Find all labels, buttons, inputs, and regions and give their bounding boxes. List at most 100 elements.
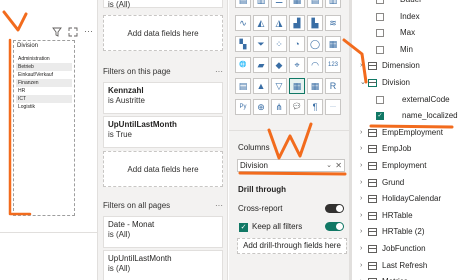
filter-card-upuntillastmonth[interactable]: UpUntilLastMonth is True <box>103 116 223 148</box>
add-visual-fields-dropzone[interactable]: Add data fields here <box>103 15 223 51</box>
chevron-down-icon[interactable]: ⌄ <box>360 75 366 91</box>
narrative-icon[interactable]: ¶ <box>307 99 323 115</box>
donut-icon[interactable]: ◯ <box>307 36 323 52</box>
field-checkbox[interactable] <box>376 95 384 104</box>
chevron-right-icon[interactable]: › <box>360 158 362 174</box>
key-influencers-icon[interactable]: ⊕ <box>253 99 269 115</box>
clustered-column-icon[interactable]: ▦ <box>289 0 305 8</box>
slicer-item[interactable]: Einkauf/Verkauf <box>16 71 72 79</box>
field-table-dimension[interactable]: › Dimension <box>352 58 474 74</box>
slicer-item[interactable]: Administration <box>16 55 72 63</box>
line-clustered-icon[interactable]: ▙ <box>307 15 323 31</box>
field-checkbox[interactable] <box>376 0 384 4</box>
field-checkbox[interactable] <box>376 45 384 54</box>
slicer-icon[interactable]: ▽ <box>271 78 287 94</box>
slicer-item[interactable]: ICT <box>16 95 72 103</box>
line-chart-icon[interactable]: ∿ <box>235 15 251 31</box>
focus-mode-icon[interactable] <box>68 27 78 39</box>
matrix-icon[interactable]: ▦ <box>307 78 323 94</box>
stacked-area-icon[interactable]: ◮ <box>271 15 287 31</box>
field-table-last-refresh[interactable]: › Last Refresh <box>352 258 474 274</box>
treemap-icon[interactable]: ▦ <box>325 36 341 52</box>
decomposition-tree-icon[interactable]: ⋔ <box>271 99 287 115</box>
chevron-down-icon[interactable]: ⌄ <box>326 160 332 171</box>
multirow-card-icon[interactable]: ▤ <box>235 78 251 94</box>
close-icon[interactable]: ✕ <box>335 160 342 171</box>
chevron-right-icon[interactable]: › <box>360 125 362 141</box>
qna-icon[interactable]: 💬 <box>289 99 305 115</box>
more-options-icon[interactable]: ··· <box>215 201 223 210</box>
keep-filters-checkbox[interactable]: ✓ <box>239 223 248 232</box>
shape-map-icon[interactable]: ◆ <box>271 57 287 73</box>
field-item-index[interactable]: Index <box>352 9 474 25</box>
map-icon[interactable]: 🌐 <box>235 57 251 73</box>
filter-card-date-monat[interactable]: Date - Monat is (All) <box>103 216 223 248</box>
filled-map-icon[interactable]: ▰ <box>253 57 269 73</box>
report-canvas[interactable]: ··· Division Administration Betrieb Eink… <box>0 0 98 280</box>
keep-all-filters-toggle[interactable] <box>325 222 344 231</box>
chevron-right-icon[interactable]: › <box>360 141 362 157</box>
chevron-right-icon[interactable]: › <box>360 175 362 191</box>
gauge-icon[interactable]: ◠ <box>307 57 323 73</box>
stacked-column-icon[interactable]: ▥ <box>253 0 269 8</box>
table-icon[interactable]: ▦ <box>289 78 305 94</box>
chevron-right-icon[interactable]: › <box>360 208 362 224</box>
add-page-fields-dropzone[interactable]: Add data fields here <box>103 151 223 187</box>
100-column-icon[interactable]: ▥ <box>325 0 341 8</box>
chevron-right-icon[interactable]: › <box>360 191 362 207</box>
filter-card-upuntillastmonth-all[interactable]: UpUntilLastMonth is (All) <box>103 250 223 280</box>
field-table-metrics[interactable]: › Metrics <box>352 274 474 280</box>
field-table-empjob[interactable]: › EmpJob <box>352 141 474 157</box>
waterfall-icon[interactable]: ▚ <box>235 36 251 52</box>
chevron-right-icon[interactable]: › <box>360 224 362 240</box>
field-table-grund[interactable]: › Grund <box>352 175 474 191</box>
card-icon[interactable]: 123 <box>325 57 341 73</box>
100-bar-icon[interactable]: ▤ <box>307 0 323 8</box>
add-drill-through-dropzone[interactable]: Add drill-through fields here <box>237 238 347 254</box>
columns-field-well[interactable]: Division ⌄ ✕ <box>237 159 345 172</box>
field-checkbox[interactable] <box>376 12 384 21</box>
line-column-icon[interactable]: ▟ <box>289 15 305 31</box>
slicer-item[interactable]: Betrieb <box>16 63 72 71</box>
ribbon-icon[interactable]: ≋ <box>325 15 341 31</box>
field-table-hrtable[interactable]: › HRTable <box>352 208 474 224</box>
cross-report-toggle[interactable] <box>325 204 344 213</box>
r-visual-icon[interactable]: R <box>325 78 341 94</box>
field-table-empemployment[interactable]: › EmpEmployment <box>352 125 474 141</box>
clustered-bar-icon[interactable]: ☰ <box>271 0 287 8</box>
azure-map-icon[interactable]: ⌖ <box>289 57 305 73</box>
field-item-name-localized[interactable]: ✓ name_localized <box>352 108 474 124</box>
scatter-icon[interactable]: ⁘ <box>271 36 287 52</box>
field-item-max[interactable]: Max <box>352 25 474 41</box>
filter-card-kennzahl[interactable]: Kennzahl is Austritte <box>103 82 223 114</box>
kpi-icon[interactable]: ▲ <box>253 78 269 94</box>
division-slicer[interactable]: Division Administration Betrieb Einkauf/… <box>13 40 75 216</box>
field-checkbox[interactable]: ✓ <box>376 112 384 121</box>
field-item-dauer[interactable]: Dauer <box>352 0 474 8</box>
field-item-externalcode[interactable]: externalCode <box>352 92 474 108</box>
python-visual-icon[interactable]: Py <box>235 99 251 115</box>
chevron-right-icon[interactable]: › <box>360 258 362 274</box>
stacked-bar-icon[interactable]: ▤ <box>235 0 251 8</box>
more-options-icon[interactable]: ··· <box>84 27 93 39</box>
slicer-item[interactable]: Logistik <box>16 103 72 111</box>
chevron-right-icon[interactable]: › <box>360 241 362 257</box>
field-checkbox[interactable] <box>376 29 384 38</box>
slicer-item[interactable]: Finanzen <box>16 79 72 87</box>
pie-icon[interactable]: ◔ <box>289 36 305 52</box>
field-table-division[interactable]: ⌄ Division <box>352 75 474 91</box>
area-chart-icon[interactable]: ◭ <box>253 15 269 31</box>
field-table-jobfunction[interactable]: › JobFunction <box>352 241 474 257</box>
field-table-holidaycalendar[interactable]: › HolidayCalendar <box>352 191 474 207</box>
filter-icon[interactable] <box>52 27 62 39</box>
field-item-min[interactable]: Min <box>352 42 474 58</box>
more-visuals-icon[interactable]: ··· <box>325 99 341 115</box>
field-table-employment[interactable]: › Employment <box>352 158 474 174</box>
more-options-icon[interactable]: ··· <box>215 67 223 76</box>
funnel-icon[interactable]: ⏷ <box>253 36 269 52</box>
field-table-hrtable-2-[interactable]: › HRTable (2) <box>352 224 474 240</box>
slicer-item[interactable]: HR <box>16 87 72 95</box>
chevron-right-icon[interactable]: › <box>360 58 362 74</box>
chevron-right-icon[interactable]: › <box>360 274 362 280</box>
visual-filter-card[interactable]: is (All) <box>103 0 223 9</box>
